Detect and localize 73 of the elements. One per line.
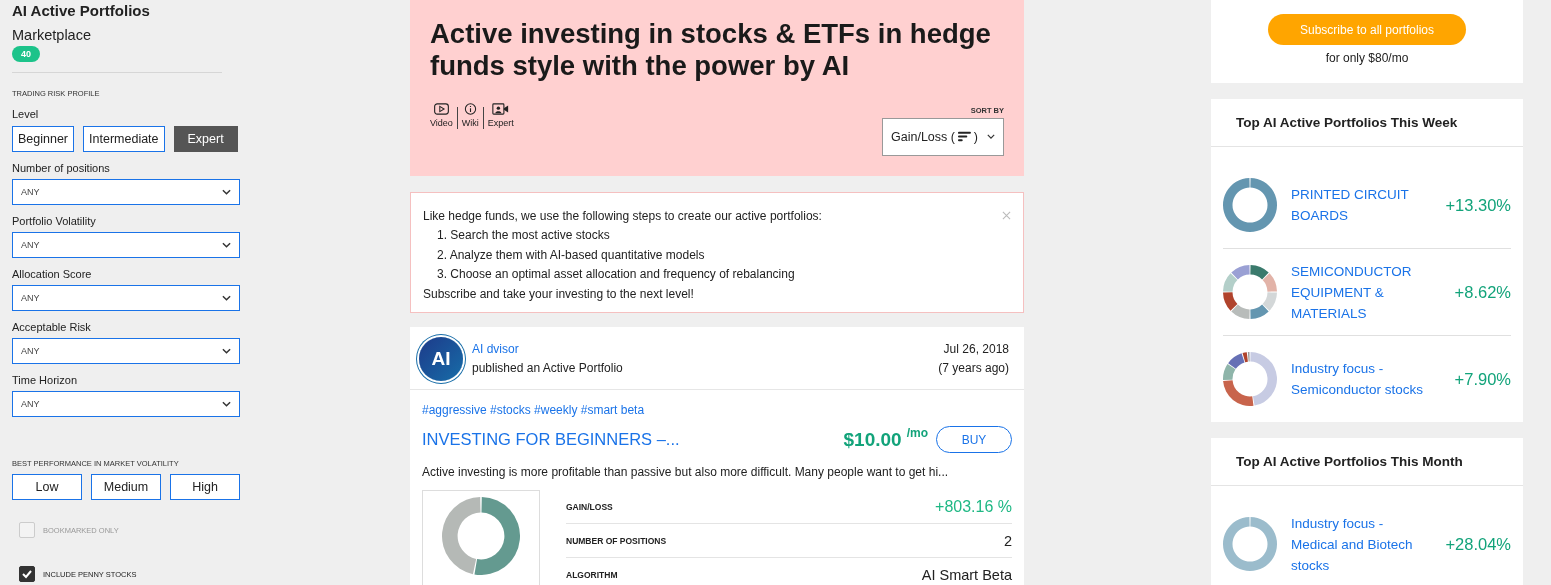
- notice-step: 2. Analyze them with AI-based quantitative models: [423, 245, 705, 266]
- portfolio-title[interactable]: INVESTING FOR BEGINNERS –...: [422, 430, 844, 449]
- portfolio-description: Active investing is more profitable than passive but also more difficult. Many people want to get hi...: [422, 465, 950, 479]
- avatar: AI: [419, 337, 463, 381]
- donut-chart: [1223, 265, 1277, 319]
- chevron-icon: [222, 295, 231, 301]
- filter-dropdown[interactable]: ANY: [12, 285, 240, 311]
- filter-label: Portfolio Volatility: [12, 215, 97, 227]
- subscribe-note: for only $80/mo: [1325, 51, 1409, 65]
- sort-dropdown[interactable]: Gain/Loss ( ): [882, 117, 1004, 156]
- filter-dropdown[interactable]: ANY: [12, 338, 240, 364]
- gain-value: +28.04%: [1445, 534, 1511, 554]
- level-option[interactable]: Beginner: [12, 126, 75, 152]
- level-option[interactable]: Expert: [173, 126, 238, 152]
- chevron-icon: [222, 189, 231, 195]
- filter-dropdown[interactable]: ANY: [12, 179, 240, 205]
- buy-button[interactable]: BUY: [936, 426, 1012, 453]
- donut-chart: [1223, 517, 1277, 571]
- gain-value: +7.90%: [1454, 369, 1511, 389]
- volatility-option[interactable]: High: [170, 474, 240, 500]
- video-camera-icon: [492, 102, 510, 115]
- author-action: published an Active Portfolio: [472, 360, 624, 377]
- volatility-option[interactable]: Medium: [91, 474, 161, 500]
- count-badge: 40: [12, 46, 40, 62]
- marketplace-label: Marketplace: [12, 27, 92, 43]
- author-link[interactable]: AI dvisor: [472, 342, 519, 356]
- level-option[interactable]: Intermediate: [83, 126, 165, 152]
- stat-value: 2: [1003, 532, 1012, 549]
- chevron-icon: [222, 242, 231, 248]
- portfolio-link[interactable]: SEMICONDUCTOR EQUIPMENT & MATERIALS: [1291, 260, 1426, 324]
- gain-value: +13.30%: [1445, 195, 1511, 215]
- chevron-icon: [987, 134, 995, 140]
- tag-links[interactable]: #aggressive #stocks #weekly #smart beta: [422, 403, 645, 417]
- portfolio-link[interactable]: Industry focus - Semiconductor stocks: [1291, 358, 1426, 400]
- gain-value: +8.62%: [1454, 282, 1511, 302]
- donut-chart: [1223, 178, 1277, 232]
- filter-label: Acceptable Risk: [12, 321, 92, 333]
- filter-label: Number of positions: [12, 162, 111, 174]
- hero-title: Active investing in stocks & ETFs in hedge funds style with the power by AI: [430, 18, 992, 83]
- filter-label: Level: [12, 108, 40, 120]
- relative-time: (7 years ago): [938, 360, 1009, 377]
- portfolio-link[interactable]: PRINTED CIRCUIT BOARDS: [1291, 184, 1426, 226]
- hero-link[interactable]: Video: [430, 102, 453, 128]
- play-icon: [432, 102, 450, 115]
- price-unit: /mo: [906, 426, 928, 440]
- panel-title: Top AI Active Portfolios This Month: [1211, 438, 1523, 486]
- notice-step: 3. Choose an optimal asset allocation and frequency of rebalancing: [423, 265, 795, 285]
- stat-label: ALGORITHM: [566, 569, 618, 580]
- volatility-option[interactable]: Low: [12, 474, 82, 500]
- portfolio-link[interactable]: Industry focus - Medical and Biotech stocks: [1291, 512, 1426, 576]
- filter-dropdown[interactable]: ANY: [12, 232, 240, 258]
- sidebar-title: AI Active Portfolios: [12, 2, 151, 19]
- stat-label: NUMBER OF POSITIONS: [566, 535, 667, 546]
- filter-dropdown[interactable]: ANY: [12, 391, 240, 417]
- hero-link[interactable]: Expert: [487, 102, 514, 128]
- notice-text: Like hedge funds, we use the following steps to create our active portfolios:: [423, 208, 822, 225]
- price: $10.00: [843, 428, 902, 451]
- notice-step: 1. Search the most active stocks: [423, 226, 610, 246]
- publish-date: Jul 26, 2018: [942, 341, 1009, 358]
- hero-link[interactable]: Wiki: [461, 102, 479, 128]
- stat-value: AI Smart Beta: [921, 566, 1012, 583]
- close-icon[interactable]: [1002, 211, 1011, 220]
- stat-label: GAIN/LOSS: [566, 501, 613, 512]
- chevron-icon: [222, 348, 231, 354]
- notice-text: Subscribe and take your investing to the next level!: [423, 285, 694, 303]
- chevron-icon: [222, 401, 231, 407]
- sort-icon: [957, 131, 971, 143]
- panel-title: Top AI Active Portfolios This Week: [1211, 99, 1523, 147]
- filter-label: Time Horizon: [12, 374, 78, 386]
- stat-value: +803.16 %: [935, 497, 1012, 516]
- filter-label: Allocation Score: [12, 268, 93, 280]
- donut-chart: [1223, 352, 1277, 406]
- checkbox[interactable]: [19, 566, 35, 582]
